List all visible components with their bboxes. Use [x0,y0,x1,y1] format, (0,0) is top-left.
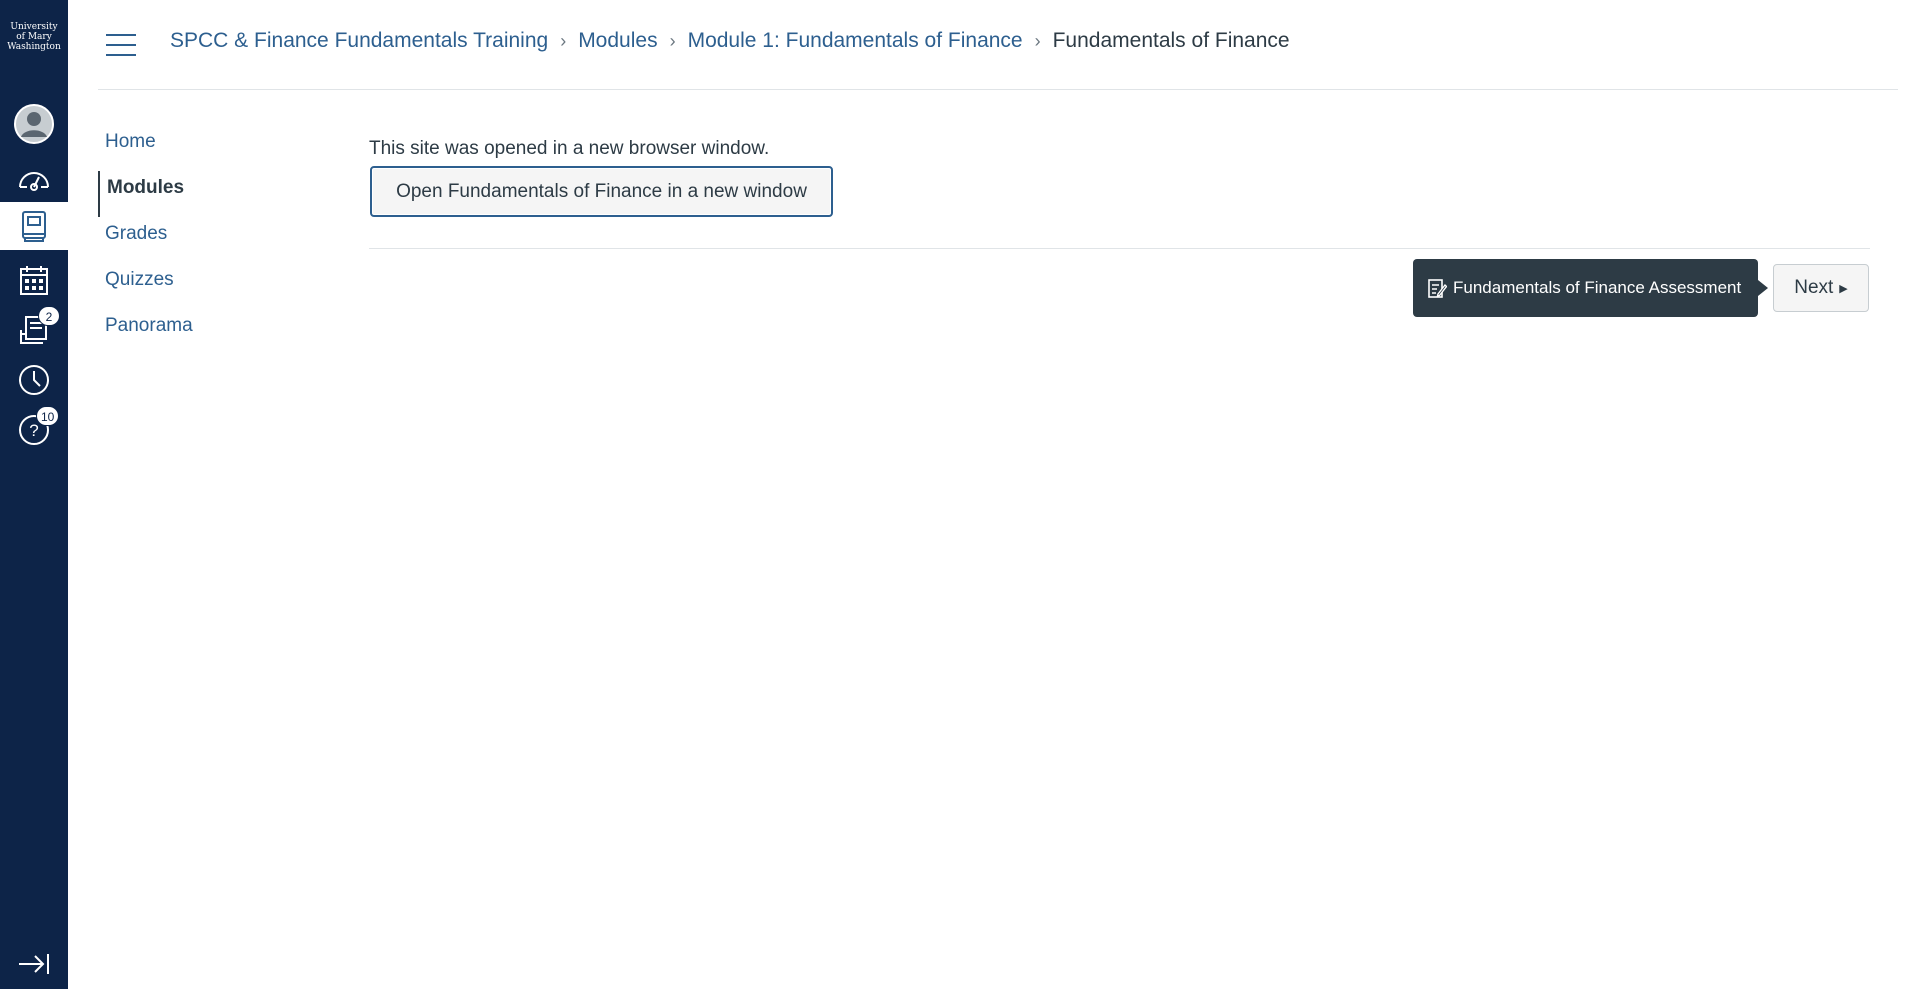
chevron-right-icon: › [669,30,676,51]
hamburger-icon [106,34,136,36]
course-nav-modules[interactable]: Modules [98,171,298,217]
clock-icon [19,365,49,395]
course-nav-home[interactable]: Home [98,125,298,171]
header-divider [98,89,1898,90]
chevron-right-icon: › [560,30,567,51]
content-divider [369,248,1870,249]
course-nav-panorama[interactable]: Panorama [98,309,298,355]
next-item-tooltip: Fundamentals of Finance Assessment [1413,259,1768,317]
course-nav-quizzes[interactable]: Quizzes [98,263,298,309]
svg-text:?: ? [29,421,38,440]
global-nav: University of Mary Washington 2 ? 10 [0,0,68,989]
university-logo[interactable]: University of Mary Washington [0,22,68,52]
avatar-icon [14,104,54,144]
global-nav-account[interactable] [0,100,68,148]
global-nav-history[interactable] [0,356,68,404]
help-badge: 10 [36,406,60,426]
global-nav-collapse[interactable] [0,940,68,988]
chevron-right-icon: › [1034,30,1041,51]
global-nav-help[interactable]: ? 10 [0,406,68,454]
course-nav: Home Modules Grades Quizzes Panorama [98,125,298,355]
new-window-message: This site was opened in a new browser wi… [369,138,770,159]
next-button[interactable]: Next ▶ [1773,264,1869,312]
global-nav-dashboard[interactable] [0,154,68,202]
inbox-badge: 2 [38,306,60,326]
global-nav-courses[interactable] [0,202,68,250]
breadcrumb-module-1[interactable]: Module 1: Fundamentals of Finance [688,29,1023,53]
tooltip-label: Fundamentals of Finance Assessment [1453,278,1742,297]
breadcrumb: SPCC & Finance Fundamentals Training › M… [170,29,1290,53]
open-in-new-window-button[interactable]: Open Fundamentals of Finance in a new wi… [370,166,833,217]
breadcrumb-course[interactable]: SPCC & Finance Fundamentals Training [170,29,548,53]
global-nav-calendar[interactable] [0,256,68,304]
next-button-label: Next [1794,277,1834,298]
breadcrumb-modules[interactable]: Modules [578,29,657,53]
course-menu-toggle-button[interactable] [106,34,136,56]
breadcrumb-current: Fundamentals of Finance [1052,29,1290,52]
collapse-icon [19,954,49,974]
global-nav-inbox[interactable]: 2 [0,306,68,354]
course-nav-grades[interactable]: Grades [98,217,298,263]
assignment-icon [1428,279,1447,298]
courses-icon [22,211,46,242]
dashboard-icon [19,172,49,191]
caret-right-icon: ▶ [1839,282,1848,295]
calendar-icon [20,266,48,295]
